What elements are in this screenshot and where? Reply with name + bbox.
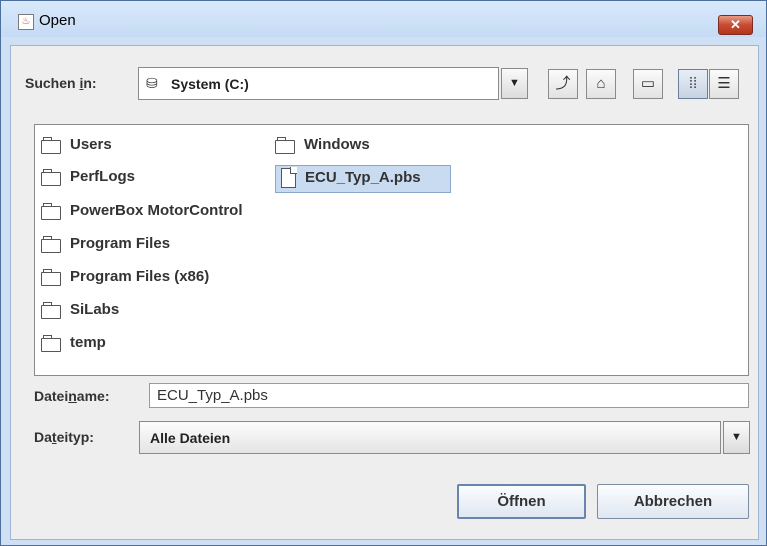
list-item[interactable]: PowerBox MotorControl <box>41 200 276 226</box>
list-view-icon[interactable]: ⁞⁞ <box>678 69 708 99</box>
list-item[interactable]: temp <box>41 332 271 358</box>
file-list[interactable]: Users PerfLogs PowerBox MotorControl Pro… <box>34 124 749 376</box>
list-item[interactable]: Windows <box>275 134 455 160</box>
hard-disk-icon: ⛁ <box>146 75 158 91</box>
dialog-content: Suchen in: ⛁ System (C:) ▼ ⤴ ⌂ ▭ ⁞⁞ ☰ Us… <box>10 45 759 540</box>
up-one-level-icon[interactable]: ⤴ <box>548 69 578 99</box>
folder-icon <box>275 137 295 154</box>
home-icon[interactable]: ⌂ <box>586 69 616 99</box>
filetype-dropdown-button[interactable]: ▼ <box>723 421 750 454</box>
list-item[interactable]: Users <box>41 134 271 160</box>
filetype-label: Dateityp: <box>34 429 94 445</box>
list-item-selected[interactable]: ECU_Typ_A.pbs <box>275 165 451 193</box>
cancel-button[interactable]: Abbrechen <box>597 484 749 519</box>
lookin-dropdown-button[interactable]: ▼ <box>501 68 528 99</box>
folder-icon <box>41 236 61 253</box>
title-bar[interactable]: ♨ Open ✕ <box>1 1 766 37</box>
new-folder-icon[interactable]: ▭ <box>633 69 663 99</box>
filetype-combo[interactable]: Alle Dateien <box>139 421 721 454</box>
filename-label: Dateiname: <box>34 388 110 404</box>
close-button[interactable]: ✕ <box>718 15 753 35</box>
folder-icon <box>41 203 61 220</box>
filetype-value: Alle Dateien <box>150 430 231 446</box>
lookin-value: System (C:) <box>171 76 249 92</box>
filename-field[interactable]: ECU_Typ_A.pbs <box>149 383 749 408</box>
list-item[interactable]: Program Files <box>41 233 271 259</box>
folder-icon <box>41 137 61 154</box>
folder-icon <box>41 335 61 352</box>
folder-icon <box>41 302 61 319</box>
list-item[interactable]: Program Files (x86) <box>41 266 271 292</box>
window-title: Open <box>39 12 76 29</box>
lookin-label: Suchen in: <box>25 75 97 91</box>
lookin-combo[interactable]: ⛁ System (C:) <box>138 67 499 100</box>
list-item[interactable]: SiLabs <box>41 299 271 325</box>
list-item[interactable]: PerfLogs <box>41 166 271 192</box>
folder-icon <box>41 269 61 286</box>
java-app-icon: ♨ <box>18 14 34 30</box>
open-button[interactable]: Öffnen <box>457 484 586 519</box>
folder-icon <box>41 169 61 186</box>
open-dialog: ♨ Open ✕ Suchen in: ⛁ System (C:) ▼ ⤴ ⌂ … <box>0 0 767 546</box>
details-view-icon[interactable]: ☰ <box>709 69 739 99</box>
file-icon <box>281 167 297 188</box>
